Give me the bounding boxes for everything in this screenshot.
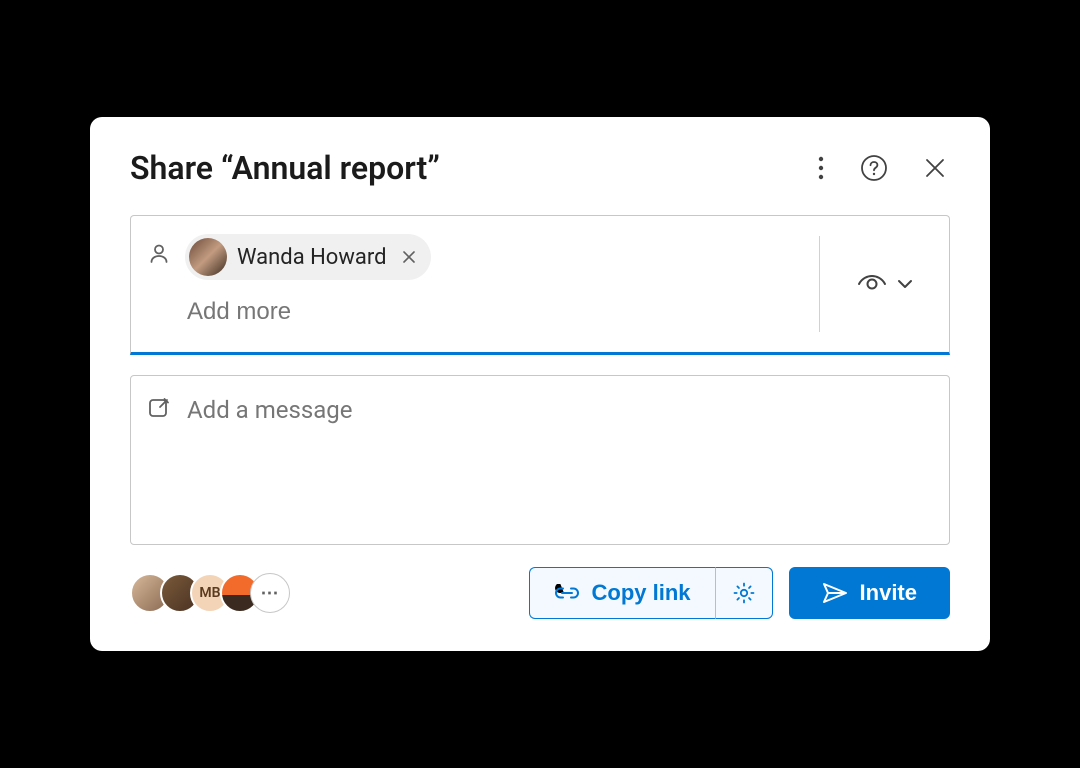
close-icon — [401, 249, 417, 265]
eye-icon — [857, 273, 887, 295]
person-icon — [147, 242, 171, 336]
help-icon — [860, 154, 888, 182]
help-button[interactable] — [856, 150, 892, 186]
send-icon — [822, 582, 848, 604]
recipient-chip[interactable]: Wanda Howard — [185, 234, 431, 280]
invite-label: Invite — [860, 580, 917, 606]
gear-icon — [732, 581, 756, 605]
copy-link-label: Copy link — [592, 580, 691, 606]
copy-link-button[interactable]: Copy link — [529, 567, 715, 619]
more-options-button[interactable] — [814, 152, 828, 184]
header-actions — [814, 150, 950, 186]
shared-with-facepile[interactable]: MB ⋯ — [130, 573, 513, 613]
close-button[interactable] — [920, 153, 950, 183]
compose-icon — [147, 396, 171, 526]
close-icon — [924, 157, 946, 179]
recipient-name: Wanda Howard — [237, 245, 387, 270]
kebab-icon — [818, 156, 824, 180]
dialog-footer: MB ⋯ Copy link Invite — [130, 567, 950, 619]
invite-button[interactable]: Invite — [789, 567, 950, 619]
recipients-input-area: Wanda Howard — [131, 216, 819, 352]
chevron-down-icon — [897, 279, 913, 289]
recipients-content: Wanda Howard — [185, 234, 803, 336]
share-dialog: Share “Annual report” Wanda Howard — [90, 117, 990, 651]
message-field[interactable] — [130, 375, 950, 545]
dialog-title: Share “Annual report” — [130, 149, 814, 187]
add-recipients-input[interactable] — [185, 294, 803, 326]
facepile: MB ⋯ — [130, 573, 290, 613]
link-settings-button[interactable] — [715, 567, 773, 619]
link-icon — [554, 584, 580, 602]
more-people-button[interactable]: ⋯ — [250, 573, 290, 613]
recipients-field[interactable]: Wanda Howard — [130, 215, 950, 355]
remove-recipient-button[interactable] — [397, 245, 421, 269]
copy-link-group: Copy link — [529, 567, 773, 619]
avatar — [189, 238, 227, 276]
permission-dropdown[interactable] — [819, 236, 949, 332]
dialog-header: Share “Annual report” — [130, 149, 950, 187]
message-input[interactable] — [185, 394, 933, 526]
